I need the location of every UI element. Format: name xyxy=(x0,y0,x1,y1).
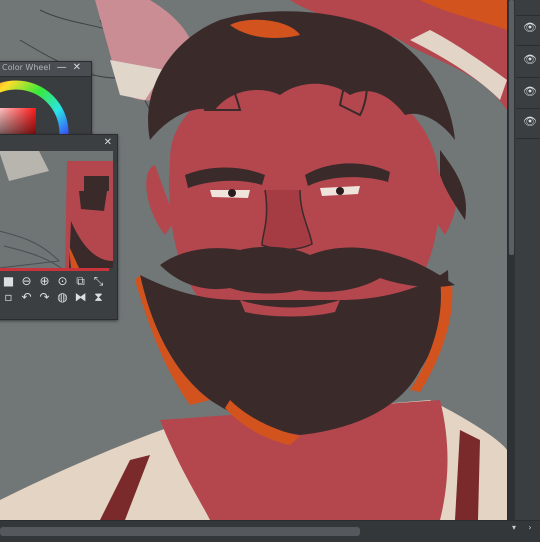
flip-vertical-icon[interactable]: ⧗ xyxy=(91,290,106,305)
navigator-preview[interactable] xyxy=(0,151,113,268)
zoom-in-icon[interactable]: ⊕ xyxy=(37,274,52,289)
eye-icon[interactable]: 👁 xyxy=(522,84,538,100)
layer-scrollbar-thumb[interactable] xyxy=(509,0,514,255)
layer-panel: 👁 👁 👁 👁 xyxy=(507,0,540,520)
layer-scrollbar[interactable] xyxy=(508,0,515,520)
eye-icon[interactable]: 👁 xyxy=(522,114,538,130)
stop-icon[interactable]: ⊙ xyxy=(55,274,70,289)
rotate-right-icon[interactable]: ↷ xyxy=(37,290,52,305)
eye-icon[interactable]: 👁 xyxy=(522,52,538,68)
drawing-canvas[interactable]: Color Wheel —✕ ✕ ■ ⊖ ⊕ ⊙ ⧉ ⤡ ▫ ↶ ↷ ◍ ⧓ ⧗ xyxy=(0,0,507,520)
navigator-panel: ✕ ■ ⊖ ⊕ ⊙ ⧉ ⤡ ▫ ↶ ↷ ◍ ⧓ ⧗ xyxy=(0,134,118,320)
scroll-right-arrow-icon[interactable]: › xyxy=(524,522,536,534)
zoom-out-icon[interactable]: ⊖ xyxy=(19,274,34,289)
actual-size-icon[interactable]: ⤡ xyxy=(91,274,106,289)
close-icon[interactable]: ✕ xyxy=(73,62,87,73)
flip-horizontal-icon[interactable]: ⧓ xyxy=(73,290,88,305)
minimize-icon[interactable]: — xyxy=(57,62,73,73)
rotate-left-icon[interactable]: ↶ xyxy=(19,290,34,305)
fit-window-icon[interactable]: ⧉ xyxy=(73,274,88,289)
scroll-down-arrow-icon[interactable]: ▾ xyxy=(508,522,520,534)
color-wheel-title: Color Wheel xyxy=(2,63,51,72)
reset-rotation-icon[interactable]: ◍ xyxy=(55,290,70,305)
navigator-view-frame xyxy=(0,268,109,271)
horizontal-scrollbar[interactable]: ▾ › xyxy=(0,520,540,542)
color-wheel-titlebar[interactable]: Color Wheel —✕ xyxy=(0,62,91,77)
view-square-2-icon[interactable]: ▫ xyxy=(1,290,16,305)
navigator-toolbar: ■ ⊖ ⊕ ⊙ ⧉ ⤡ ▫ ↶ ↷ ◍ ⧓ ⧗ xyxy=(0,273,115,305)
horizontal-scrollbar-thumb[interactable] xyxy=(0,527,360,536)
view-square-icon[interactable]: ■ xyxy=(1,274,16,289)
eye-icon[interactable]: 👁 xyxy=(522,20,538,36)
navigator-close-icon[interactable]: ✕ xyxy=(104,137,112,148)
